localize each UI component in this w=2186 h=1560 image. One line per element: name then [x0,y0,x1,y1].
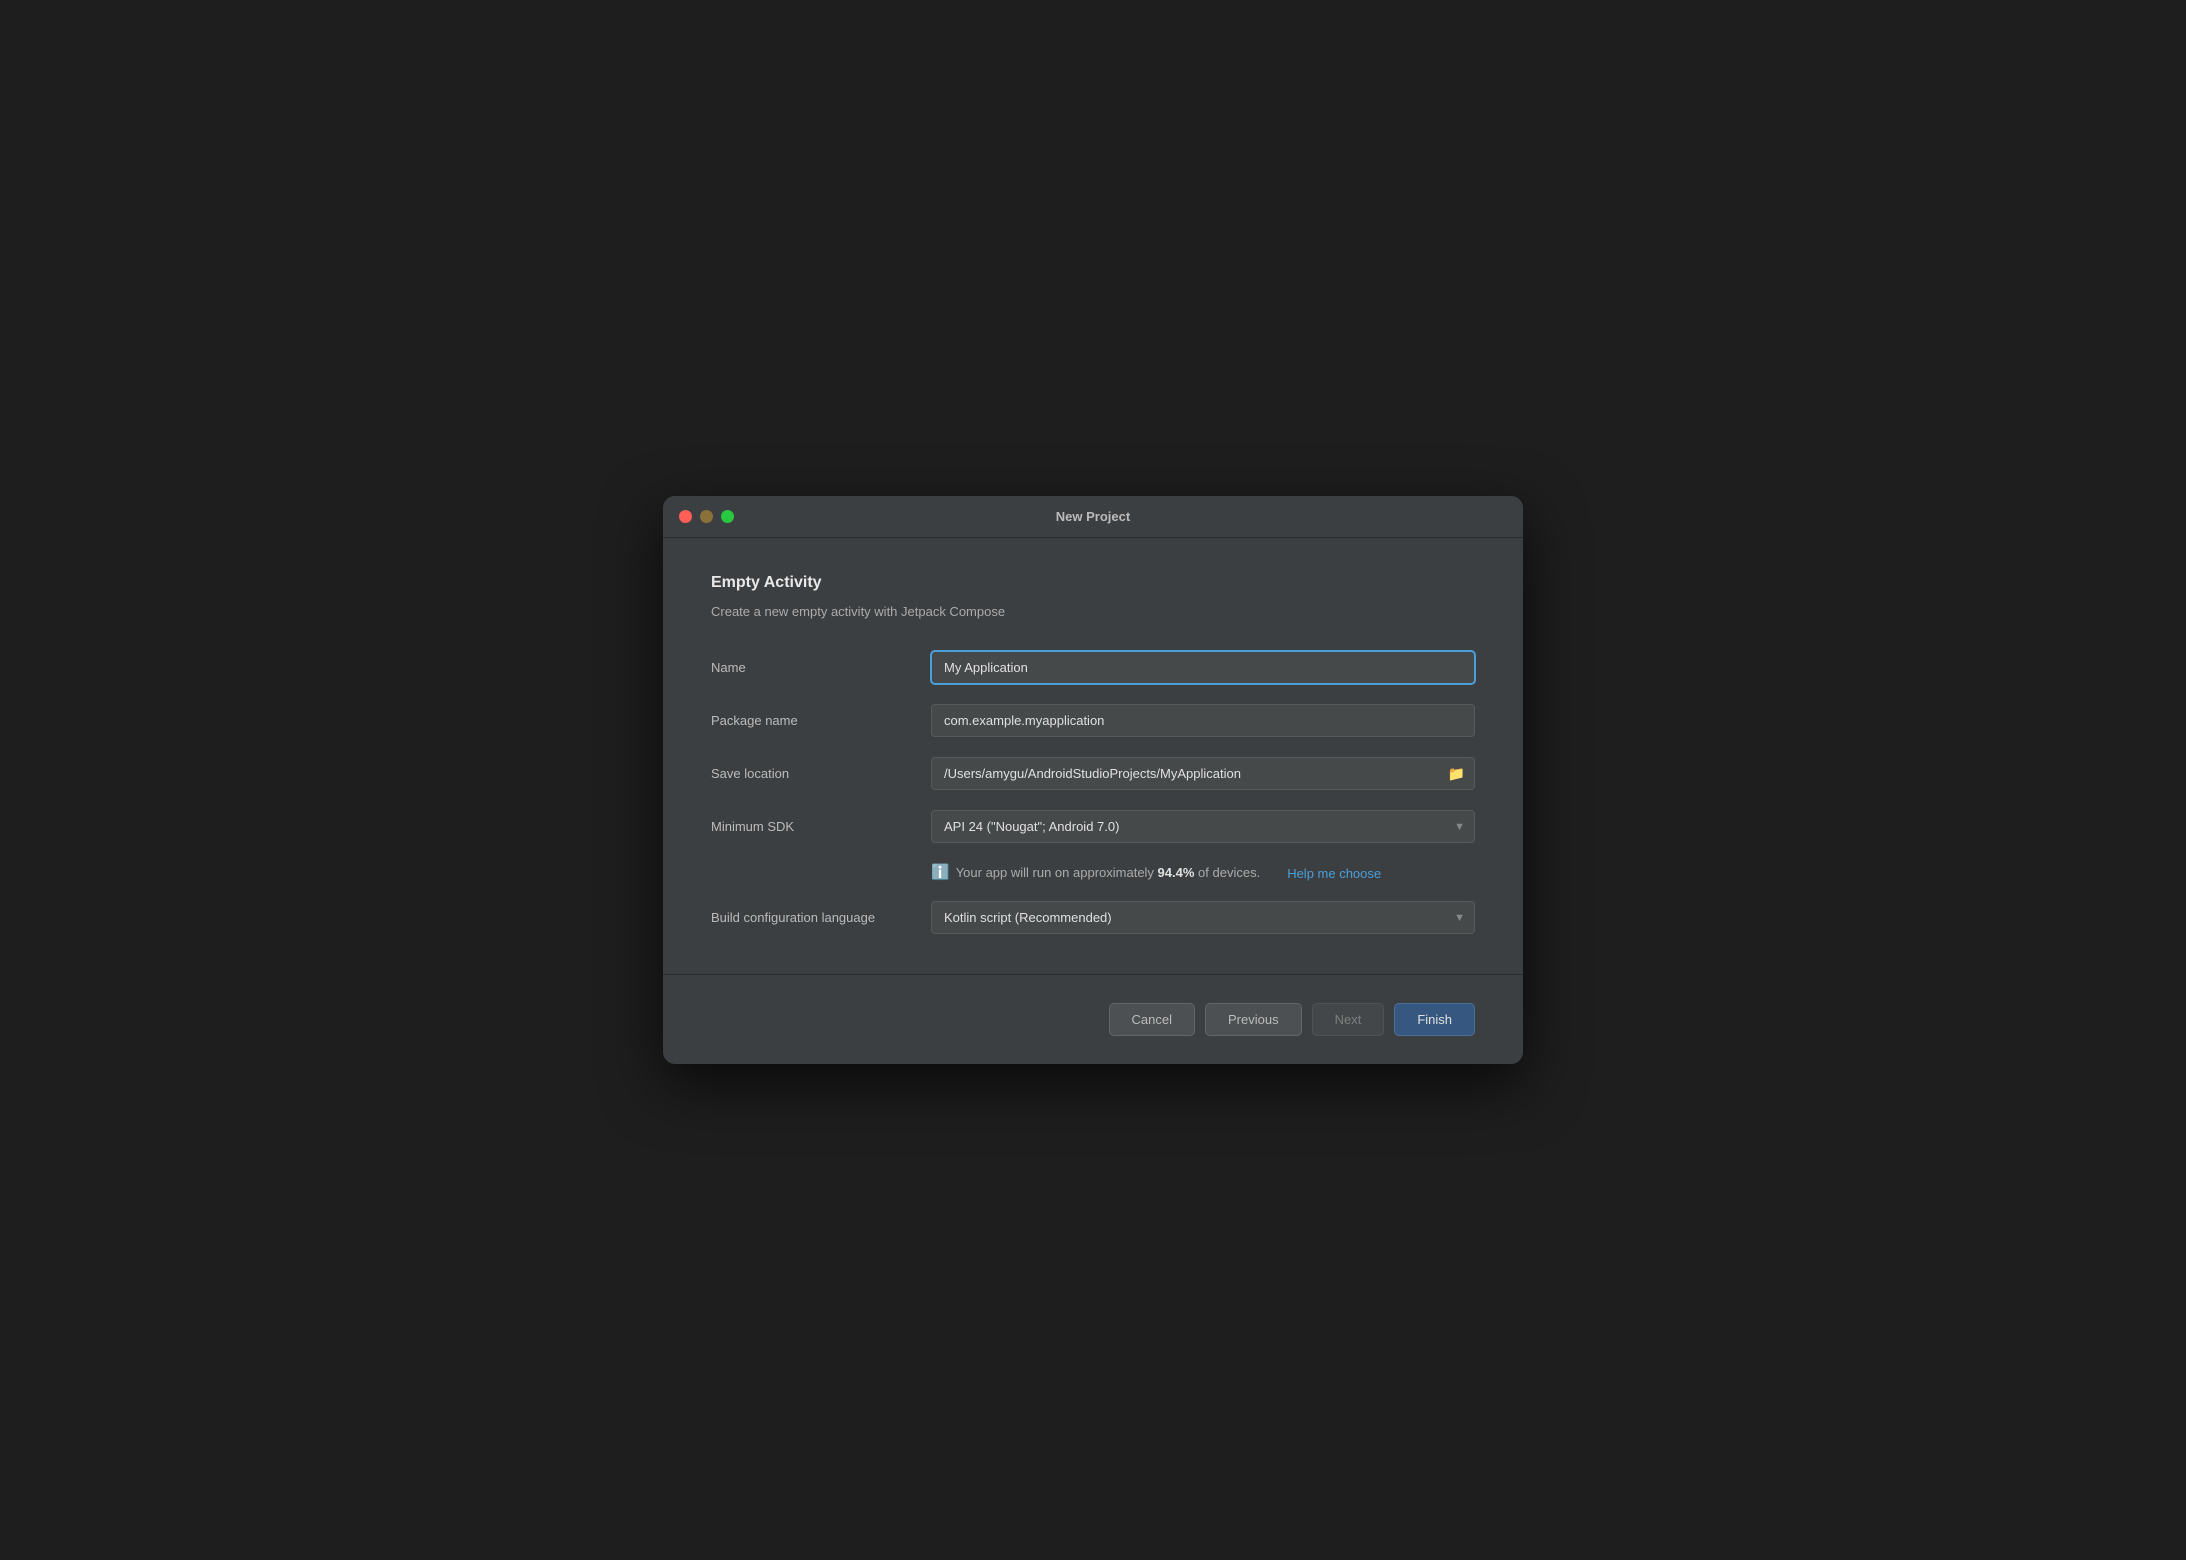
dialog-footer: Cancel Previous Next Finish [663,974,1523,1064]
save-location-label: Save location [711,766,931,781]
name-field-wrap [931,651,1475,684]
sdk-info-text: Your app will run on approximately 94.4%… [956,865,1261,880]
dialog-content: Empty Activity Create a new empty activi… [663,538,1523,934]
min-sdk-field-wrap: API 24 ("Nougat"; Android 7.0) API 25 ("… [931,810,1475,843]
titlebar: New Project [663,496,1523,538]
name-label: Name [711,660,931,675]
build-config-select-wrap: Kotlin script (Recommended) Groovy DSL ▼ [931,901,1475,934]
cancel-button[interactable]: Cancel [1109,1003,1195,1036]
help-me-choose-link[interactable]: Help me choose [1287,866,1381,881]
package-field-wrap [931,704,1475,737]
sdk-info: ℹ️ Your app will run on approximately 94… [931,863,1475,881]
section-description: Create a new empty activity with Jetpack… [711,604,1475,619]
package-row: Package name [711,704,1475,737]
finish-button[interactable]: Finish [1394,1003,1475,1036]
next-button[interactable]: Next [1312,1003,1385,1036]
build-config-field-wrap: Kotlin script (Recommended) Groovy DSL ▼ [931,901,1475,934]
traffic-lights [679,510,734,523]
previous-button[interactable]: Previous [1205,1003,1302,1036]
sdk-percentage: 94.4% [1158,865,1195,880]
build-config-select[interactable]: Kotlin script (Recommended) Groovy DSL [931,901,1475,934]
min-sdk-select[interactable]: API 24 ("Nougat"; Android 7.0) API 25 ("… [931,810,1475,843]
minimize-button[interactable] [700,510,713,523]
sdk-info-row: ℹ️ Your app will run on approximately 94… [711,863,1475,881]
folder-icon[interactable]: 📁 [1448,765,1465,782]
package-label: Package name [711,713,931,728]
name-input[interactable] [931,651,1475,684]
new-project-dialog: New Project Empty Activity Create a new … [663,496,1523,1064]
save-location-input[interactable] [931,757,1475,790]
window-title: New Project [1056,509,1130,524]
build-config-row: Build configuration language Kotlin scri… [711,901,1475,934]
info-icon: ℹ️ [931,863,950,881]
section-title: Empty Activity [711,574,1475,592]
maximize-button[interactable] [721,510,734,523]
close-button[interactable] [679,510,692,523]
build-config-label: Build configuration language [711,910,931,925]
save-location-row: Save location 📁 [711,757,1475,790]
min-sdk-select-wrap: API 24 ("Nougat"; Android 7.0) API 25 ("… [931,810,1475,843]
min-sdk-row: Minimum SDK API 24 ("Nougat"; Android 7.… [711,810,1475,843]
name-row: Name [711,651,1475,684]
save-location-field-wrap: 📁 [931,757,1475,790]
min-sdk-label: Minimum SDK [711,819,931,834]
package-input[interactable] [931,704,1475,737]
